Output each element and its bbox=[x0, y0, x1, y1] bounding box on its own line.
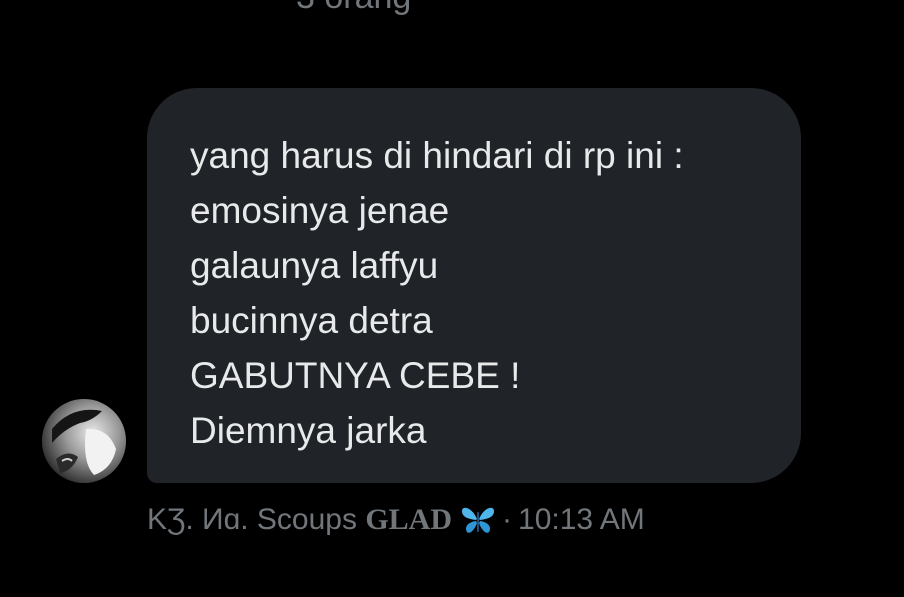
butterfly-icon bbox=[460, 505, 496, 535]
message-line: bucinnya detra bbox=[190, 300, 433, 341]
avatar-photo bbox=[42, 399, 126, 483]
sender-name-bold[interactable]: GLAD bbox=[365, 503, 452, 537]
reaction-caption: 3 orang bbox=[296, 0, 411, 17]
message-line: GABUTNYA CEBE ! bbox=[190, 355, 521, 396]
sender-avatar[interactable] bbox=[42, 399, 126, 483]
sender-name[interactable]: KƷ. Иɑ. Scoups bbox=[147, 503, 365, 537]
message-timestamp: 10:13 AM bbox=[518, 503, 645, 536]
message-line: Diemnya jarka bbox=[190, 410, 427, 451]
meta-separator: · bbox=[502, 503, 513, 536]
dm-conversation: 3 orang yang harus di hindari di rp ini … bbox=[0, 0, 904, 597]
message-line: emosinya jenae bbox=[190, 190, 450, 231]
message-line: galaunya laffyu bbox=[190, 245, 439, 286]
message-meta: KƷ. Иɑ. Scoups GLAD · 10:13 AM bbox=[147, 503, 645, 537]
message-bubble[interactable]: yang harus di hindari di rp ini : emosin… bbox=[147, 88, 801, 483]
message-line: yang harus di hindari di rp ini : bbox=[190, 135, 684, 176]
